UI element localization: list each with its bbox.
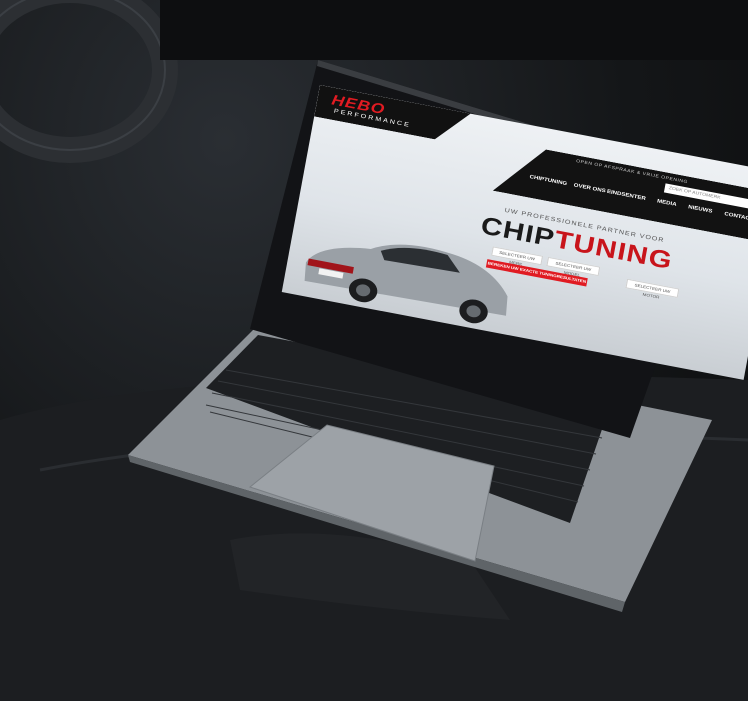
steering-wheel — [0, 0, 178, 163]
select-motor-button[interactable]: SELECTEER UW MOTOR — [625, 278, 680, 299]
photo: HEBO PERFORMANCE OPEN OP AFSPRAAK & VRIJ… — [0, 0, 748, 701]
